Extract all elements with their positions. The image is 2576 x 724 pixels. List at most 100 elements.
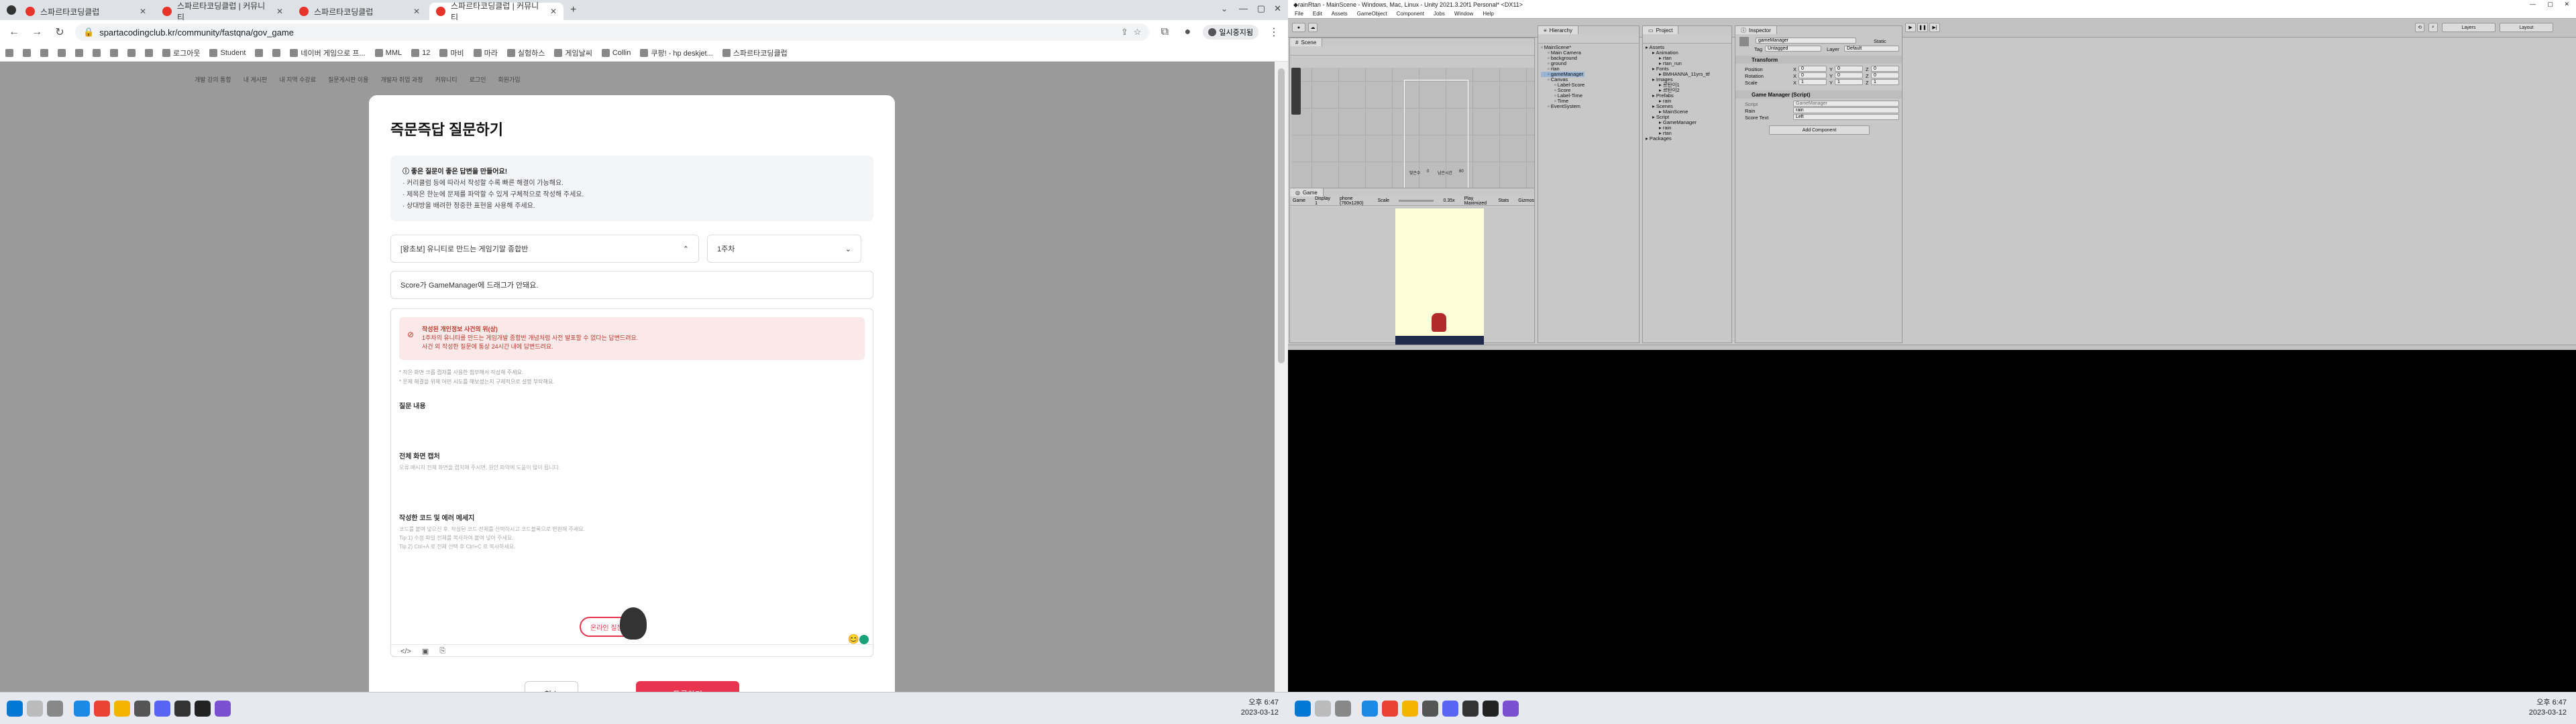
bookmark-item[interactable]	[23, 48, 31, 57]
tab-inspector[interactable]: ⓘ Inspector	[1735, 26, 1777, 34]
menu-item[interactable]: Jobs	[1434, 11, 1445, 17]
rain-field[interactable]: rain	[1793, 107, 1899, 113]
cloud-icon[interactable]: ☁	[1308, 23, 1318, 32]
transform-value-field[interactable]: 1	[1871, 79, 1899, 85]
script-field[interactable]: GameManager	[1793, 101, 1899, 107]
game-view[interactable]	[1395, 208, 1484, 348]
app-icon[interactable]	[134, 701, 150, 717]
layer-dropdown[interactable]: Default	[1844, 46, 1899, 52]
score-text-field[interactable]: Left	[1793, 114, 1899, 120]
file-explorer-icon[interactable]	[1402, 701, 1418, 717]
chrome-icon[interactable]	[94, 701, 110, 717]
bookmark-item[interactable]: 게임날씨	[554, 48, 592, 58]
site-nav-item[interactable]: 회원가입	[498, 75, 520, 84]
course-select[interactable]: [왕초보] 유니티로 만드는 게임기말 종합반 ⌃	[390, 235, 699, 263]
layout-dropdown[interactable]: Layout	[2500, 23, 2553, 32]
chrome-profile-icon[interactable]	[7, 5, 16, 15]
account-icon[interactable]: ●	[1292, 23, 1305, 32]
bookmark-item[interactable]: 마라	[473, 48, 498, 58]
github-icon[interactable]	[174, 701, 191, 717]
bookmark-item[interactable]: Collin	[601, 48, 631, 57]
menu-item[interactable]: Assets	[1332, 11, 1348, 17]
bookmark-item[interactable]	[58, 48, 66, 57]
week-select[interactable]: 1주차 ⌄	[707, 235, 861, 263]
unity-icon[interactable]	[195, 701, 211, 717]
close-icon[interactable]: ✕	[276, 7, 283, 16]
menu-item[interactable]: Component	[1397, 11, 1424, 17]
tab-4-active[interactable]: 스파르타코딩클럽 | 커뮤니티 ✕	[429, 1, 564, 22]
minimize-icon[interactable]: —	[2530, 1, 2536, 7]
transform-value-field[interactable]: 1	[1835, 79, 1863, 85]
bookmark-item[interactable]	[110, 48, 118, 57]
attach-icon[interactable]: ⎘	[439, 647, 445, 656]
tool-palette[interactable]	[1291, 68, 1301, 115]
maximize-icon[interactable]: ▢	[2547, 1, 2553, 8]
extension-icon[interactable]: ●	[1180, 26, 1195, 38]
maximize-icon[interactable]: ▢	[1257, 3, 1265, 14]
code-icon[interactable]: </>	[400, 648, 411, 656]
add-component-button[interactable]: Add Component	[1769, 125, 1870, 135]
close-icon[interactable]: ✕	[413, 7, 420, 16]
search-icon[interactable]	[27, 701, 43, 717]
windows-start-icon[interactable]	[7, 701, 23, 717]
menu-item[interactable]: GameObject	[1357, 11, 1387, 17]
transform-value-field[interactable]: 0	[1871, 66, 1899, 72]
stats-toggle[interactable]: Stats	[1498, 198, 1509, 203]
discord-icon[interactable]	[154, 701, 170, 717]
static-toggle[interactable]: Static	[1874, 38, 1886, 44]
menu-kebab-icon[interactable]: ⋮	[1267, 25, 1281, 39]
site-nav-item[interactable]: 내 지역 수강료	[279, 75, 316, 84]
minimize-icon[interactable]: —	[1239, 3, 1248, 13]
bookmark-item[interactable]	[272, 48, 281, 57]
bookmark-star-icon[interactable]: ☆	[1134, 27, 1142, 38]
project-search[interactable]	[1643, 34, 1731, 44]
bookmark-item[interactable]: 쿠팡! - hp deskjet...	[640, 48, 713, 58]
title-input[interactable]: Score가 GameManager에 드래그가 안돼요.	[390, 271, 873, 299]
bookmark-item[interactable]	[93, 48, 101, 57]
site-nav-item[interactable]: 개발 강의 통합	[195, 75, 231, 84]
hierarchy-item[interactable]: ▫ EventSystem	[1541, 104, 1585, 109]
transform-value-field[interactable]: 0	[1871, 72, 1899, 78]
submit-button[interactable]: 등록하기	[636, 681, 739, 692]
tab-scene[interactable]: # Scene	[1290, 38, 1323, 46]
project-item[interactable]: ▸ rain	[1646, 125, 1710, 131]
menu-item[interactable]: Help	[1483, 11, 1493, 17]
clock[interactable]: 오후 6:47 2023-03-12	[1241, 698, 1279, 718]
back-icon[interactable]: ←	[7, 26, 21, 38]
discord-icon[interactable]	[1442, 701, 1458, 717]
tab-project[interactable]: ▭ Project	[1643, 26, 1679, 34]
tab-hierarchy[interactable]: ≡ Hierarchy	[1538, 26, 1578, 34]
image-icon[interactable]: ▣	[422, 647, 429, 656]
bookmark-item[interactable]	[255, 48, 264, 57]
close-icon[interactable]: ✕	[140, 7, 146, 16]
close-icon[interactable]: ✕	[550, 7, 557, 16]
bookmark-item[interactable]	[127, 48, 136, 57]
object-name-field[interactable]: gameManager	[1756, 38, 1856, 44]
bookmark-item[interactable]: 로그아웃	[162, 48, 200, 58]
bookmark-item[interactable]: Student	[209, 48, 246, 57]
search-icon[interactable]	[1315, 701, 1331, 717]
bookmark-item[interactable]: 네이버 게임으로 프...	[290, 48, 366, 58]
content-editor[interactable]: ⊘ 작성된 개인정보 사건의 위(상) 1주차의 유니티를 만드는 게임개발 종…	[390, 308, 873, 657]
project-item[interactable]: ▸ Packages	[1646, 136, 1710, 141]
transform-value-field[interactable]: 1	[1799, 79, 1827, 85]
menu-item[interactable]: Window	[1454, 11, 1473, 17]
unity-icon[interactable]	[1483, 701, 1499, 717]
tab-game[interactable]: ◎ Game	[1290, 188, 1324, 196]
transform-header[interactable]: Transform	[1735, 56, 1902, 64]
search-icon[interactable]: ⌕	[2428, 23, 2438, 32]
window-close-icon[interactable]: ✕	[1274, 3, 1281, 14]
transform-value-field[interactable]: 0	[1835, 66, 1863, 72]
bookmark-item[interactable]	[40, 48, 48, 57]
grammarly-icon[interactable]	[859, 635, 869, 644]
gizmos-dropdown[interactable]: Gizmos	[1518, 198, 1534, 203]
step-button[interactable]: ▶|	[1929, 23, 1940, 32]
transform-value-field[interactable]: 0	[1835, 72, 1863, 78]
game-mode-dropdown[interactable]: Game	[1293, 198, 1305, 203]
project-item[interactable]: ▸ Animation	[1646, 50, 1710, 56]
new-tab-button[interactable]: +	[570, 4, 576, 16]
reload-icon[interactable]: ↻	[52, 25, 67, 39]
app-icon[interactable]	[74, 701, 90, 717]
chrome-icon[interactable]	[1382, 701, 1398, 717]
tab-2[interactable]: 스파르타코딩클럽 | 커뮤니티 ✕	[156, 1, 290, 22]
